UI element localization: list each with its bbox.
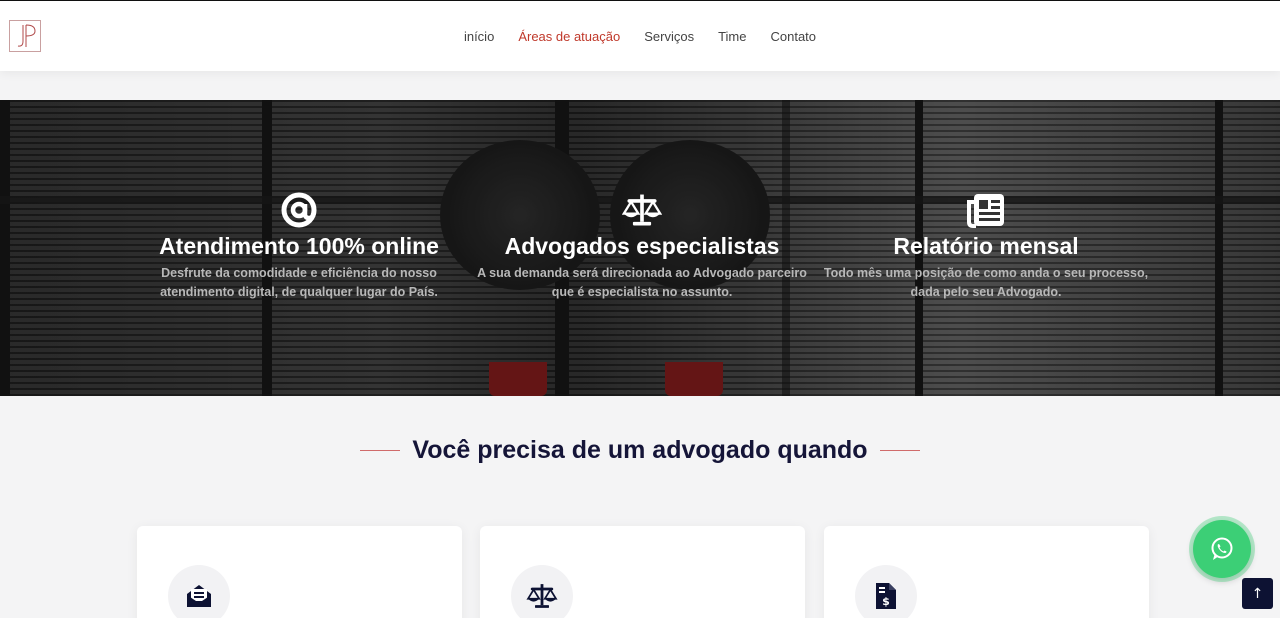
envelope-icon bbox=[187, 585, 211, 607]
section-title: Você precisa de um advogado quando bbox=[412, 436, 868, 464]
service-card[interactable] bbox=[137, 526, 462, 618]
main-nav: início Áreas de atuação Serviços Time Co… bbox=[0, 1, 1280, 71]
heading-divider bbox=[879, 450, 920, 451]
newspaper-icon bbox=[967, 194, 1004, 228]
feature-specialists: Advogados especialistas A sua demanda se… bbox=[472, 190, 812, 302]
scales-icon bbox=[622, 194, 662, 226]
feature-online: Atendimento 100% online Desfrute da como… bbox=[129, 190, 469, 302]
svg-text:$: $ bbox=[882, 595, 890, 608]
whatsapp-icon bbox=[1211, 537, 1233, 560]
invoice-dollar-icon: $ bbox=[876, 583, 896, 609]
arrow-up-icon: ↑ bbox=[1251, 585, 1264, 602]
heading-divider bbox=[360, 450, 401, 451]
hero-banner: Atendimento 100% online Desfrute da como… bbox=[0, 100, 1280, 396]
nav-link-inicio[interactable]: início bbox=[452, 29, 506, 44]
nav-link-time[interactable]: Time bbox=[706, 29, 758, 44]
feature-title: Relatório mensal bbox=[893, 233, 1079, 259]
feature-report: Relatório mensal Todo mês uma posição de… bbox=[816, 190, 1156, 302]
back-to-top-button[interactable]: ↑ bbox=[1242, 578, 1273, 609]
card-icon-circle: $ bbox=[855, 565, 917, 618]
feature-text: Todo mês uma posição de como anda o seu … bbox=[823, 266, 1149, 299]
service-card[interactable]: $ bbox=[824, 526, 1149, 618]
site-header: início Áreas de atuação Serviços Time Co… bbox=[0, 1, 1280, 71]
feature-title: Atendimento 100% online bbox=[159, 233, 439, 259]
nav-link-servicos[interactable]: Serviços bbox=[632, 29, 706, 44]
section-heading: Você precisa de um advogado quando bbox=[0, 436, 1280, 465]
card-icon-circle bbox=[168, 565, 230, 618]
feature-text: A sua demanda será direcionada ao Advoga… bbox=[477, 266, 807, 299]
service-card[interactable] bbox=[480, 526, 805, 618]
card-icon-circle bbox=[511, 565, 573, 618]
whatsapp-button[interactable] bbox=[1193, 520, 1251, 578]
feature-text: Desfrute da comodidade e eficiência do n… bbox=[160, 266, 438, 299]
nav-link-contato[interactable]: Contato bbox=[758, 29, 828, 44]
nav-link-areas[interactable]: Áreas de atuação bbox=[506, 29, 632, 44]
feature-title: Advogados especialistas bbox=[504, 233, 780, 259]
at-icon bbox=[281, 192, 317, 228]
scales-icon bbox=[526, 584, 558, 608]
